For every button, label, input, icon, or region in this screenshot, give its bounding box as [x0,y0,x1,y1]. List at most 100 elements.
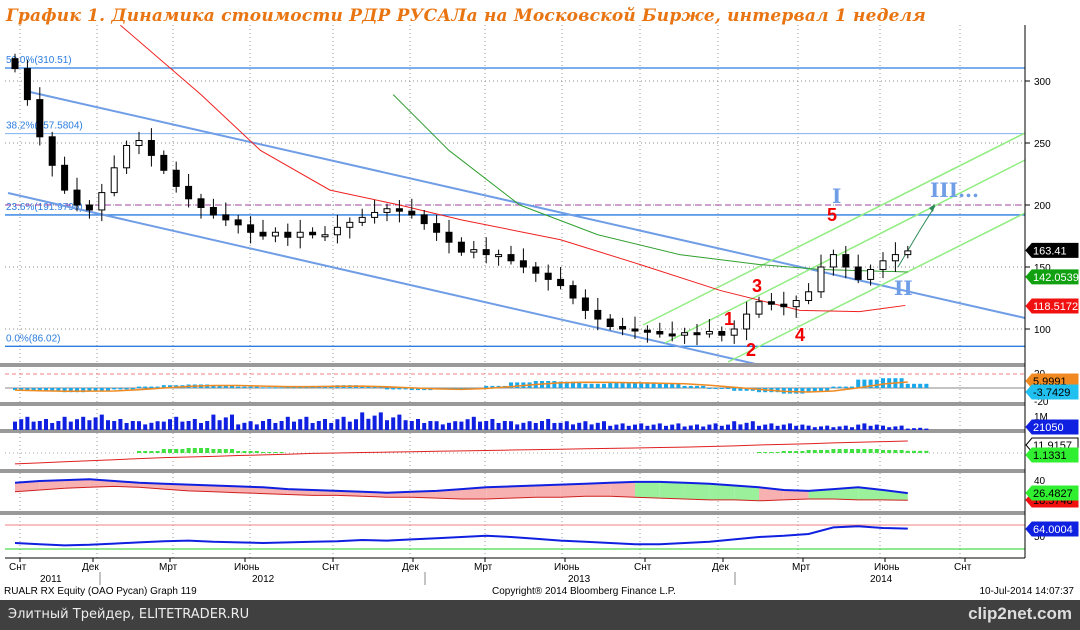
volume-bar [589,424,594,430]
macd-histogram-bar [608,383,613,388]
volume-bar [341,416,346,430]
volume-bar [416,419,420,430]
candle-body [123,144,131,169]
macd-histogram-bar [626,383,631,388]
gridlines [5,25,1025,558]
ticker-label: RUALR RX Equity (OAO Pycan) Graph 119 [4,586,197,597]
volume-bar [279,421,284,430]
x-month-label: Мрт [474,562,493,573]
volume-bar [564,421,569,430]
candles [11,53,912,346]
wave-label-3: 3 [752,276,762,296]
candle-body [48,136,56,166]
x-month-label: Снт [322,562,340,573]
volume-bar [856,424,861,430]
volume-bar [298,419,303,430]
x-year-label: 2014 [870,574,893,585]
rsi-line [14,525,908,547]
candle-body [234,219,242,226]
volume-bar [372,415,377,430]
candle-body [23,68,31,101]
momentum-bar [800,451,805,453]
source-label: Элитный Трейдер, ELITETRADER.RU [8,607,250,622]
dmi-fill [560,483,586,498]
dmi-fill [610,481,635,498]
candle-body [482,249,490,256]
candle-body [544,272,552,280]
volume-bar [757,425,761,430]
macd-histogram-bar [385,388,389,390]
volume-bar [874,424,879,430]
volume-bar [577,422,582,430]
volume-bar [812,427,817,430]
volume-bar [397,414,402,430]
volume-bar [682,426,687,430]
x-year-label: 2011 [40,574,62,585]
candle-body [755,301,763,315]
candle-body [408,210,416,216]
volume-bar [893,426,898,430]
macd-histogram-bar [273,387,278,389]
volume-bar [273,423,278,430]
candle-body [519,260,527,268]
momentum-bar [819,450,823,453]
volume-bar [459,421,464,430]
momentum-bar [199,448,203,453]
macd-histogram-bar [924,383,929,388]
momentum-bar [192,448,197,453]
volume-bar [217,420,222,430]
volume-bar [174,416,179,430]
copyright: Copyright® 2014 Bloomberg Finance L.P. [492,586,676,597]
momentum-bar [918,450,923,453]
volume-bar [118,419,123,430]
candle-body [730,328,738,336]
momentum-bar [211,449,216,453]
momentum-bar [924,450,929,453]
volume-bar [87,420,92,430]
x-month-label: Снт [9,562,27,573]
volume-bar [434,421,439,430]
volume-bar [794,425,799,430]
x-year-label: 2013 [568,574,591,585]
macd-histogram-bar [137,386,141,388]
momentum-red-line [14,440,908,465]
candle-body [507,254,515,262]
last-price-tag: 163.41 [1033,245,1067,257]
volume-bar [763,424,768,430]
wave-label-2: 2 [746,340,756,360]
volume-bar [192,419,197,430]
volume-bar [558,422,563,430]
momentum-bar [143,451,148,453]
volume-bar [81,416,86,430]
volume-bar [515,424,520,430]
macd-histogram-bar [726,388,730,389]
wave-label-4: 4 [795,325,805,345]
macd-histogram-bar [881,378,885,388]
volume-bar [676,423,681,430]
x-month-label: Снт [954,562,972,573]
momentum-bar [267,452,272,453]
volume-bar [409,421,414,430]
volume-bar [44,419,48,430]
candle-body [85,204,93,211]
volume-bar [726,424,730,430]
volume-bar [887,427,892,430]
candle-body [705,330,713,335]
x-month-label: Снт [634,562,652,573]
x-month-label: Июнь [234,562,259,573]
macd-signal-line [14,381,908,393]
volume-bar [422,423,427,430]
volume-bar [292,421,296,430]
clip2net-logo[interactable]: clip2net.com [968,604,1072,624]
volume-bar [788,423,792,430]
macd-histogram-bar [912,383,916,388]
volume-bar [347,421,352,430]
momentum-bar [862,449,867,453]
candle-body [383,208,391,213]
dmi-fill [684,482,710,500]
candle-body [693,332,701,336]
candle-body [98,192,106,211]
momentum-bar [825,450,830,453]
volume-bar [199,423,203,430]
macd-histogram-bar [267,387,272,389]
